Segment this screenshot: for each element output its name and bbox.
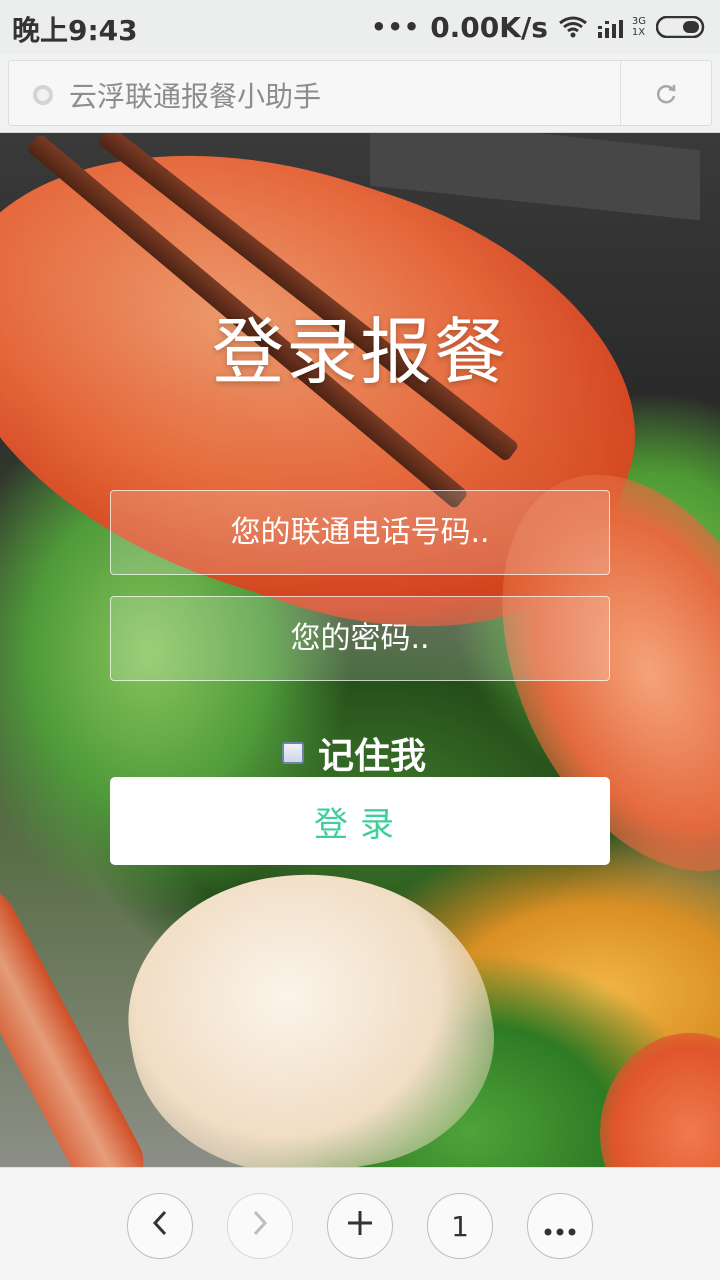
login-button[interactable]: 登录 <box>110 777 610 865</box>
forward-button[interactable] <box>227 1193 293 1259</box>
more-icon <box>544 1210 576 1243</box>
battery-icon <box>656 16 708 38</box>
address-bar[interactable]: 云浮联通报餐小助手 <box>8 60 712 126</box>
shrimp-image <box>600 1033 720 1167</box>
remember-me[interactable]: 记住我 <box>282 727 426 779</box>
status-time: 晚上9:43 <box>12 14 138 47</box>
plus-icon <box>346 1209 374 1244</box>
back-button[interactable] <box>127 1193 193 1259</box>
new-tab-button[interactable] <box>327 1193 393 1259</box>
crab-image <box>106 844 514 1167</box>
tabs-button[interactable]: 1 <box>427 1193 493 1259</box>
tab-count: 1 <box>451 1209 469 1243</box>
chevron-right-icon <box>250 1209 270 1244</box>
site-icon <box>33 85 53 105</box>
page-title[interactable]: 云浮联通报餐小助手 <box>69 75 321 115</box>
wifi-icon <box>558 15 588 39</box>
login-page: 登录报餐 记住我 登录 <box>0 133 720 1167</box>
network-type: 3G 1X <box>631 16 646 38</box>
more-dots-icon: ••• <box>371 13 421 41</box>
status-indicators: ••• 0.00K/s 3G 1X <box>371 9 708 45</box>
status-bar: 晚上9:43 ••• 0.00K/s 3G 1X <box>0 0 720 54</box>
remember-me-label[interactable]: 记住我 <box>318 727 426 779</box>
divider <box>620 61 621 125</box>
signal-icon <box>597 16 628 38</box>
menu-button[interactable] <box>527 1193 593 1259</box>
password-input[interactable] <box>110 596 610 681</box>
chevron-left-icon <box>150 1209 170 1244</box>
phone-input[interactable] <box>110 490 610 575</box>
reload-icon[interactable] <box>653 81 679 111</box>
remember-me-checkbox[interactable] <box>282 742 304 764</box>
login-title: 登录报餐 <box>211 310 508 394</box>
address-bar-container: 云浮联通报餐小助手 <box>0 54 720 133</box>
browser-toolbar: 1 <box>0 1167 720 1280</box>
network-speed: 0.00K/s <box>430 10 548 44</box>
